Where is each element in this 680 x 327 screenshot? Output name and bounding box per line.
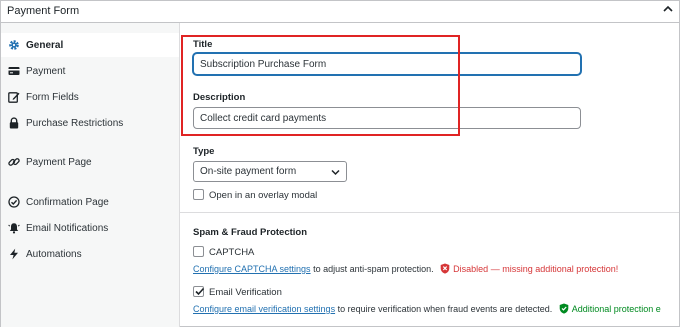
link-icon — [8, 156, 20, 168]
overlay-checkbox[interactable] — [193, 189, 204, 200]
sidebar-item-email-notifications[interactable]: Email Notifications — [1, 216, 179, 240]
title-input[interactable]: Subscription Purchase Form — [193, 53, 581, 75]
sidebar-item-confirmation-page[interactable]: Confirmation Page — [1, 190, 179, 214]
shield-check-icon — [559, 303, 569, 314]
sidebar-item-label: Confirmation Page — [26, 196, 109, 208]
email-verification-help: Configure email verification settings to… — [193, 303, 661, 314]
captcha-checkbox[interactable] — [193, 246, 204, 257]
captcha-status: Disabled — missing additional protection… — [453, 264, 619, 274]
sidebar-item-form-fields[interactable]: Form Fields — [1, 85, 179, 109]
email-verification-label: Email Verification — [209, 287, 282, 298]
edit-icon — [8, 91, 20, 103]
type-select-value: On-site payment form — [200, 166, 297, 177]
sidebar-item-purchase-restrictions[interactable]: Purchase Restrictions — [1, 111, 179, 135]
sidebar-item-label: Form Fields — [26, 91, 79, 103]
sidebar-item-automations[interactable]: Automations — [1, 242, 179, 266]
title-input-value: Subscription Purchase Form — [200, 58, 327, 70]
shield-warning-icon — [440, 263, 450, 274]
panel-header: Payment Form — [1, 1, 679, 23]
settings-sidebar: General Payment Form Fields Purchase Res… — [1, 23, 180, 327]
description-label: Description — [193, 92, 246, 103]
configure-captcha-link[interactable]: Configure CAPTCHA settings — [193, 264, 311, 274]
sidebar-item-label: Payment — [26, 65, 66, 77]
email-help-text: to require verification when fraud event… — [337, 304, 553, 314]
chevron-up-icon[interactable] — [663, 5, 673, 13]
section-divider — [180, 212, 679, 213]
sidebar-item-payment-page[interactable]: Payment Page — [1, 150, 179, 174]
gear-icon — [8, 39, 20, 51]
chevron-down-icon — [331, 168, 340, 176]
sidebar-item-payment[interactable]: Payment — [1, 59, 179, 83]
check-circle-icon — [8, 196, 20, 208]
overlay-label: Open in an overlay modal — [209, 190, 318, 201]
email-verification-checkbox[interactable] — [193, 286, 205, 297]
spam-heading: Spam & Fraud Protection — [193, 227, 308, 238]
sidebar-item-label: Payment Page — [26, 156, 92, 168]
configure-email-verification-link[interactable]: Configure email verification settings — [193, 304, 335, 314]
captcha-help: Configure CAPTCHA settings to adjust ant… — [193, 263, 618, 274]
sidebar-item-label: Email Notifications — [26, 222, 109, 234]
bolt-icon — [8, 248, 20, 260]
type-select[interactable]: On-site payment form — [193, 161, 347, 182]
captcha-label: CAPTCHA — [209, 247, 255, 258]
sidebar-item-label: Purchase Restrictions — [26, 117, 124, 129]
panel-title: Payment Form — [7, 5, 80, 17]
title-label: Title — [193, 39, 213, 50]
sidebar-item-general[interactable]: General — [1, 33, 179, 57]
type-label: Type — [193, 146, 215, 157]
sidebar-item-label: Automations — [26, 248, 82, 260]
description-input[interactable]: Collect credit card payments — [193, 107, 581, 129]
captcha-help-text: to adjust anti-spam protection. — [313, 264, 434, 274]
email-verification-status: Additional protection e — [571, 304, 661, 314]
bell-icon — [8, 222, 20, 234]
sidebar-item-label: General — [26, 39, 64, 51]
lock-icon — [8, 117, 20, 129]
description-input-value: Collect credit card payments — [200, 112, 327, 124]
credit-card-icon — [8, 65, 20, 77]
